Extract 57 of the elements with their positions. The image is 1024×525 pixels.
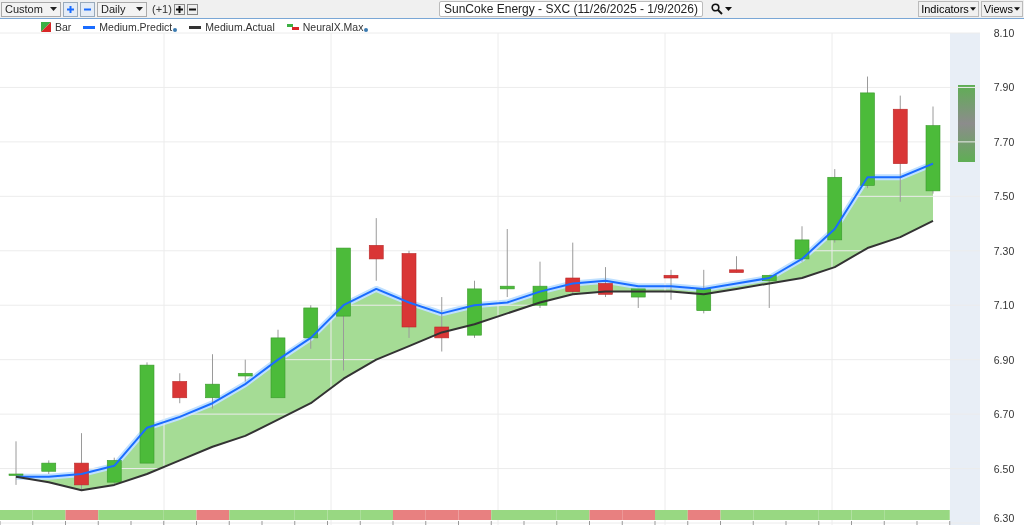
caret-icon [50, 7, 57, 11]
legend-label: NeuralX.Max [302, 21, 364, 33]
range-dropdown[interactable]: Custom [1, 1, 61, 17]
axis-label: 6.70 [993, 408, 1015, 421]
candlestick [663, 269, 679, 301]
zoom-in-button[interactable] [63, 1, 78, 17]
candlestick [467, 280, 482, 339]
views-button[interactable]: Views [980, 1, 1023, 17]
candlestick [237, 359, 253, 382]
axis-label: 7.70 [993, 135, 1015, 148]
legend-label: Bar [55, 21, 72, 33]
caret-icon [1014, 7, 1020, 11]
candlestick [172, 372, 188, 404]
add-button[interactable] [173, 3, 185, 15]
plus-icon [174, 4, 184, 14]
axis-label: 7.50 [993, 190, 1015, 203]
axis-label: 7.90 [993, 81, 1015, 94]
legend-label: Medium.Predict [99, 21, 173, 33]
remove-button[interactable] [186, 3, 198, 15]
candlestick [499, 228, 515, 298]
search-icon[interactable] [710, 3, 723, 15]
candlestick [368, 217, 384, 282]
axis-label: 6.90 [993, 353, 1015, 366]
candlestick [696, 269, 712, 314]
candlestick [565, 242, 581, 295]
indicators-button[interactable]: Indicators [918, 1, 979, 17]
line-legend-icon [83, 25, 96, 29]
candlestick [434, 296, 450, 352]
offset-label: (+1) [152, 3, 172, 15]
signal-legend-icon [286, 23, 299, 31]
caret-icon [136, 7, 143, 11]
chart-title-field[interactable]: SunCoke Energy - SXC (11/26/2025 - 1/9/2026) [439, 1, 703, 17]
candlestick [598, 266, 613, 298]
legend-label: Medium.Actual [205, 21, 275, 33]
candlestick [74, 432, 89, 491]
candlestick [303, 304, 319, 350]
caret-icon[interactable] [724, 7, 732, 11]
period-dropdown[interactable]: Daily [97, 1, 147, 17]
candlestick [270, 329, 286, 399]
candlestick [630, 288, 646, 309]
candlestick [794, 225, 810, 263]
candlestick [205, 353, 220, 410]
candlestick [761, 274, 777, 309]
line-legend-icon [189, 25, 202, 29]
plus-icon [66, 4, 75, 14]
candlestick [41, 459, 57, 475]
candle-legend-icon [41, 22, 51, 32]
caret-icon [969, 7, 976, 11]
axis-label: 7.10 [993, 299, 1015, 312]
candlestick [532, 261, 548, 309]
axis-label: 6.30 [993, 512, 1015, 524]
candlestick [8, 440, 24, 486]
candlestick [729, 255, 744, 274]
axis-label: 8.10 [993, 27, 1015, 39]
axis-label: 6.50 [993, 462, 1015, 475]
axis-label: 7.30 [993, 244, 1015, 257]
zoom-out-button[interactable] [80, 1, 95, 17]
